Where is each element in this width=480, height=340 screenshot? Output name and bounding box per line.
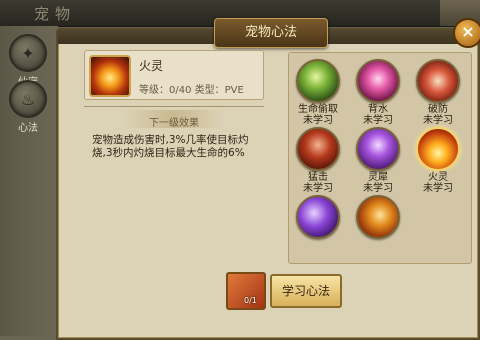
panel-title: 宠物心法 <box>214 18 328 48</box>
pet-icon: ✦ <box>9 34 47 72</box>
skill-name: 火灵 <box>139 59 164 73</box>
skill-label: 灵犀 <box>368 172 388 183</box>
skill-spirit[interactable]: 灵犀 未学习 <box>351 127 405 194</box>
close-button[interactable]: × <box>453 18 480 48</box>
book-count: 0/1 <box>244 296 257 305</box>
fire-spirit-icon <box>89 55 131 97</box>
skill-status: 未学习 <box>303 115 333 126</box>
skill-label: 背水 <box>368 104 388 115</box>
skill-status: 未学习 <box>423 183 453 194</box>
skill-status: 未学习 <box>363 115 393 126</box>
skill-fire-spirit[interactable]: 火灵 未学习 <box>411 127 465 194</box>
skill-claw[interactable] <box>351 195 405 239</box>
skill-description: 宠物造成伤害时,3%几率使目标灼烧,3秒内灼烧目标最大生命的6% <box>92 134 249 159</box>
skill-label: 猛击 <box>308 172 328 183</box>
backwater-icon <box>356 59 400 103</box>
skill-backwater[interactable]: 背水 未学习 <box>351 59 405 126</box>
nav-item-mind-method[interactable]: ♨ 心法 <box>8 80 48 134</box>
skill-life-steal[interactable]: 生命偷取 未学习 <box>291 59 345 126</box>
skill-break-defense[interactable]: 破防 未学习 <box>411 59 465 126</box>
smash-icon <box>296 127 340 171</box>
window-title: 宠物 <box>34 5 77 23</box>
skill-smash[interactable]: 猛击 未学习 <box>291 127 345 194</box>
side-nav: ✦ 仙宠 ♨ 心法 <box>0 26 58 336</box>
skill-level-type: 等级：0/40 类型：PVE <box>139 85 244 96</box>
purple-skill-icon <box>296 195 340 239</box>
skill-status: 未学习 <box>423 115 453 126</box>
next-effect-title: 下一级效果 <box>149 118 199 129</box>
pet-skill-panel: 宠物心法 × 火灵 等级：0/40 类型：PVE 下一级效果 宠物造成伤害时,3… <box>56 18 480 340</box>
skill-status: 未学习 <box>303 183 333 194</box>
fire-spirit-icon <box>416 127 460 171</box>
skill-label: 破防 <box>428 104 448 115</box>
claw-skill-icon <box>356 195 400 239</box>
skill-info-card: 火灵 等级：0/40 类型：PVE <box>84 50 264 100</box>
break-defense-icon <box>416 59 460 103</box>
spirit-icon <box>356 127 400 171</box>
life-steal-icon <box>296 59 340 103</box>
flame-icon: ♨ <box>9 80 47 118</box>
nav-label-mind-method: 心法 <box>18 123 38 134</box>
skill-purple[interactable] <box>291 195 345 239</box>
skill-status: 未学习 <box>363 183 393 194</box>
skill-label: 生命偷取 <box>298 104 338 115</box>
learn-skill-button[interactable]: 学习心法 <box>270 274 342 308</box>
skill-grid: 生命偷取 未学习 背水 未学习 破防 未学习 猛击 未学习 灵犀 未学习 火灵 … <box>288 52 472 264</box>
skill-label: 火灵 <box>428 172 448 183</box>
divider <box>84 106 264 107</box>
